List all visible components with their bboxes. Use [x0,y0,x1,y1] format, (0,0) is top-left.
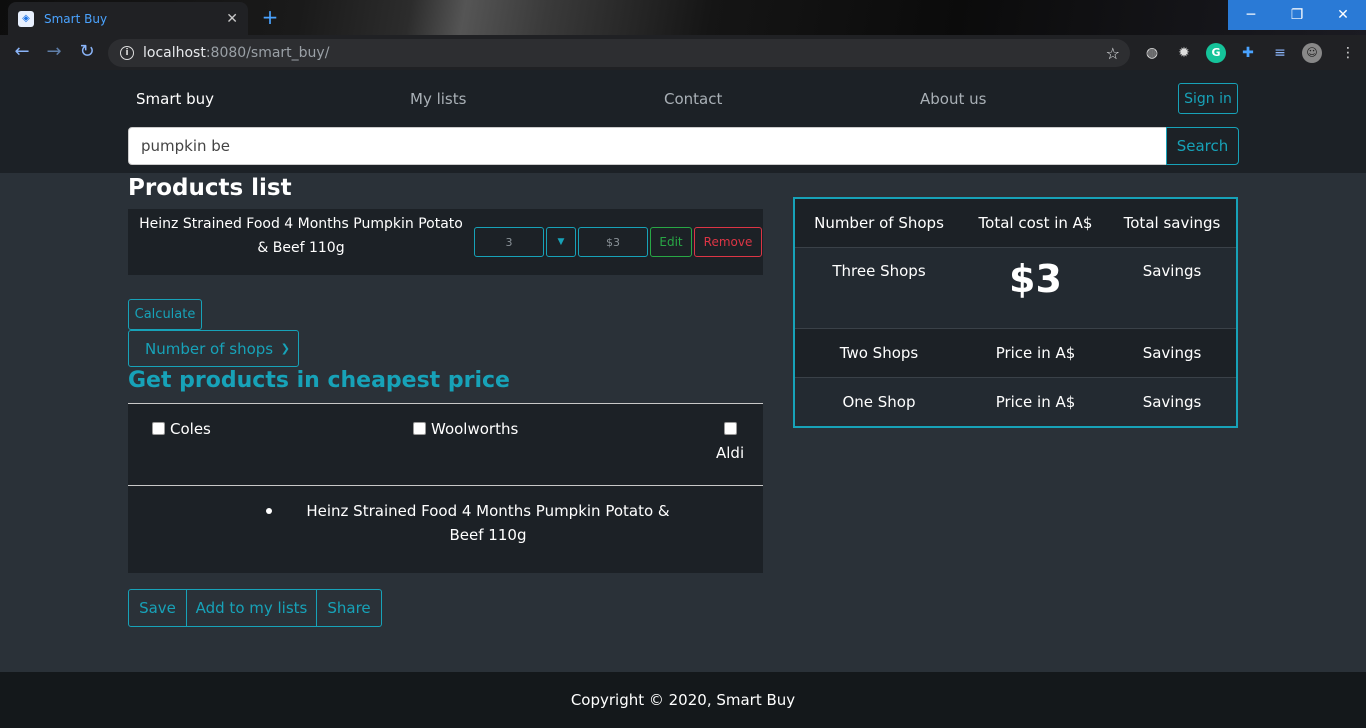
quantity-dropdown-button[interactable]: ▼ [546,227,576,257]
woolworths-checkbox[interactable] [413,422,426,435]
bookmark-star-icon[interactable]: ☆ [1106,44,1120,63]
address-toolbar: ← → ↻ i localhost:8080/smart_buy/ ☆ ◍ ✹ … [0,35,1366,104]
browser-tab[interactable]: ◈ Smart Buy ✕ [8,2,248,35]
site-info-icon[interactable]: i [120,46,134,60]
products-list-title: Products list [128,175,292,201]
site-favicon-icon: ◈ [18,10,34,27]
header-number-of-shops: Number of Shops [814,214,944,232]
total-cost-value: $3 [1009,257,1062,301]
cheapest-list-item: Heinz Strained Food 4 Months Pumpkin Pot… [306,502,670,544]
row-label: Three Shops [832,262,926,280]
summary-row-three-shops: Three Shops $3 Savings [795,248,1236,329]
quantity-input[interactable]: 3 [474,227,544,257]
gear-extension-icon[interactable]: ✹ [1174,43,1194,63]
copyright-text: Copyright © 2020, Smart Buy [570,691,796,709]
restore-window-icon[interactable]: ❐ [1274,0,1320,30]
summary-row-two-shops: Two Shops Price in A$ Savings [795,329,1236,378]
brand-link[interactable]: Smart buy [136,90,214,108]
savings-value: Savings [1142,344,1202,362]
cheapest-price-title: Get products in cheapest price [128,368,510,393]
minimize-window-icon[interactable]: ─ [1228,0,1274,30]
shops-panel: Coles Woolworths Aldi Heinz Strained Foo… [128,403,763,573]
chevron-down-icon: ❯ [280,342,290,355]
summary-header-row: Number of Shops Total cost in A$ Total s… [795,199,1236,248]
nav-my-lists[interactable]: My lists [410,90,466,108]
savings-value: Savings [1142,393,1202,411]
header-total-savings: Total savings [1123,214,1221,232]
puzzle-extensions-icon[interactable]: ✚ [1238,43,1258,63]
divider [128,485,763,486]
url-path: :8080/smart_buy/ [205,45,330,61]
close-window-icon[interactable]: ✕ [1320,0,1366,30]
profile-avatar-icon[interactable]: ☺ [1302,43,1322,63]
nav-about-us[interactable]: About us [920,90,986,108]
edit-button[interactable]: Edit [650,227,692,257]
product-row: Heinz Strained Food 4 Months Pumpkin Pot… [128,209,763,275]
list-bullet [266,508,272,514]
row-label: One Shop [842,393,916,411]
woolworths-label: Woolworths [431,420,519,438]
browser-tab-strip: ◈ Smart Buy ✕ + ─ ❐ ✕ [0,0,1366,35]
coles-label: Coles [170,420,211,438]
globe-extension-icon[interactable]: ◍ [1142,43,1162,63]
aldi-checkbox[interactable] [724,422,737,435]
grammarly-extension-icon[interactable]: G [1206,43,1226,63]
number-of-shops-select[interactable]: Number of shops ❯ [128,330,299,367]
footer: Copyright © 2020, Smart Buy [0,672,1366,728]
header-total-cost: Total cost in A$ [978,214,1093,232]
add-to-my-lists-button[interactable]: Add to my lists [186,589,317,627]
product-name: Heinz Strained Food 4 Months Pumpkin Pot… [139,216,463,256]
coles-checkbox[interactable] [152,422,165,435]
savings-value: Savings [1142,262,1202,280]
search-input[interactable]: pumpkin be [128,127,1167,165]
price-value: Price in A$ [995,393,1076,411]
sign-in-button[interactable]: Sign in [1178,83,1238,114]
share-button[interactable]: Share [316,589,382,627]
row-label: Two Shops [839,344,919,362]
forward-arrow-icon[interactable]: → [42,41,66,65]
aldi-label: Aldi [716,444,745,462]
action-button-group: Save Add to my lists Share [128,589,382,627]
new-tab-icon[interactable]: + [259,7,281,29]
search-button[interactable]: Search [1166,127,1239,165]
back-arrow-icon[interactable]: ← [10,41,34,65]
summary-row-one-shop: One Shop Price in A$ Savings [795,378,1236,426]
calculate-button[interactable]: Calculate [128,299,202,330]
tab-title: Smart Buy [44,11,108,26]
price-input[interactable]: $3 [578,227,648,257]
shops-summary-table: Number of Shops Total cost in A$ Total s… [793,197,1238,428]
media-queue-icon[interactable]: ≡ [1270,43,1290,63]
browser-menu-icon[interactable]: ⋮ [1338,43,1358,63]
url-host: localhost [143,45,206,61]
close-tab-icon[interactable]: ✕ [226,11,238,27]
price-value: Price in A$ [995,344,1076,362]
save-button[interactable]: Save [128,589,187,627]
shops-select-value: Number of shops [145,339,274,358]
nav-contact[interactable]: Contact [664,90,722,108]
caret-down-icon: ▼ [557,237,565,247]
remove-button[interactable]: Remove [694,227,762,257]
address-bar[interactable]: i localhost:8080/smart_buy/ ☆ [108,39,1130,67]
reload-icon[interactable]: ↻ [75,41,99,65]
